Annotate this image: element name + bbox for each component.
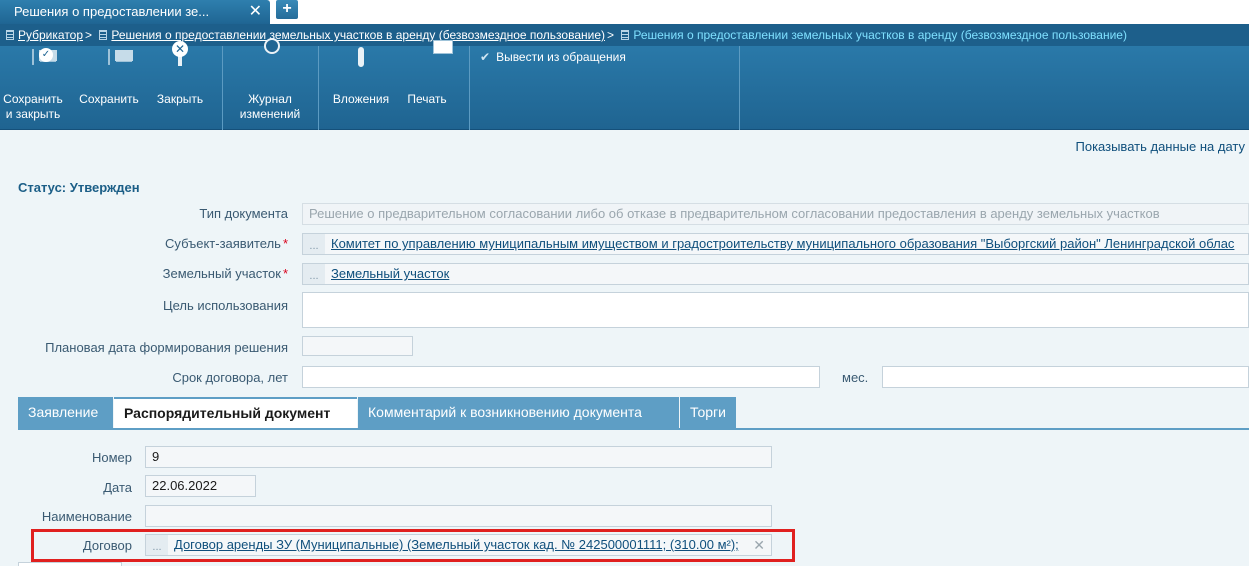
change-log-label: Журнал — [248, 92, 292, 106]
breadcrumb: Рубрикатор > Решения о предоставлении зем… — [0, 24, 1249, 46]
save-label: Сохранить — [79, 92, 139, 106]
date-label: Дата — [103, 480, 132, 495]
breadcrumb-separator: > — [85, 28, 93, 42]
contract-term-label: Срок договора, лет — [172, 370, 288, 385]
applicant-select-button[interactable]: ... — [303, 234, 325, 254]
attachments-label: Вложения — [332, 92, 390, 106]
attachments-button[interactable]: Вложения — [328, 46, 394, 130]
toolbar: ✓ Сохранить и закрыть Сохранить ✕ Закрыт… — [0, 38, 1249, 130]
breadcrumb-item-decisions[interactable]: Решения о предоставлении земельных участ… — [111, 28, 605, 42]
purpose-input[interactable] — [302, 292, 1249, 328]
tab-auction[interactable]: Торги — [680, 397, 736, 429]
document-icon — [621, 30, 630, 40]
tab-application[interactable]: Заявление — [18, 397, 113, 429]
name-input[interactable] — [145, 505, 772, 527]
journal-icon — [252, 38, 288, 88]
document-tab[interactable]: Решения о предоставлении зе... ✕ — [0, 0, 270, 24]
number-label: Номер — [91, 450, 132, 465]
list-icon — [6, 30, 14, 40]
number-input[interactable]: 9 — [145, 446, 772, 468]
tabs-underline — [18, 428, 1249, 430]
floppy-icon — [91, 49, 127, 88]
breadcrumb-current: Решения о предоставлении земельных участ… — [633, 28, 1127, 42]
save-and-close-button[interactable]: ✓ Сохранить и закрыть — [0, 46, 66, 130]
land-plot-field[interactable]: ... Земельный участок — [302, 263, 1249, 285]
months-label: мес. — [842, 370, 869, 385]
doc-type-field: Решение о предварительном согласовании л… — [302, 203, 1249, 225]
tab-strip: Решения о предоставлении зе... ✕ + — [0, 0, 1249, 24]
change-log-label-2: изменений — [239, 107, 301, 121]
save-close-label: Сохранить — [3, 92, 63, 106]
toolbar-divider — [739, 46, 740, 130]
withdraw-button[interactable]: ✔ Вывести из обращения — [480, 50, 626, 64]
change-log-button[interactable]: Журнал изменений — [232, 38, 308, 130]
save-close-icon: ✓ — [15, 48, 53, 88]
save-close-label-2: и закрыть — [5, 107, 61, 121]
name-label: Наименование — [41, 509, 132, 524]
date-input[interactable]: 22.06.2022 — [145, 475, 256, 497]
land-plot-select-button[interactable]: ... — [303, 264, 325, 284]
highlight-box — [31, 529, 795, 562]
toolbar-divider — [222, 46, 223, 130]
applicant-link[interactable]: Комитет по управлению муниципальным имущ… — [331, 236, 1234, 251]
planned-date-label: Плановая дата формирования решения — [45, 340, 288, 355]
breadcrumb-item-rubricator[interactable]: Рубрикатор — [18, 28, 83, 42]
land-plot-link[interactable]: Земельный участок — [331, 266, 449, 281]
save-button[interactable]: Сохранить — [74, 46, 144, 130]
land-plot-label: Земельный участок * — [162, 266, 288, 281]
withdraw-label: Вывести из обращения — [496, 50, 626, 64]
breadcrumb-separator: > — [607, 28, 615, 42]
print-label: Печать — [407, 92, 447, 106]
list-icon — [99, 30, 108, 40]
applicant-field[interactable]: ... Комитет по управлению муниципальным и… — [302, 233, 1249, 255]
applicant-label: Субъект-заявитель * — [165, 236, 288, 251]
print-button[interactable]: Печать — [400, 46, 454, 130]
contract-term-months-input[interactable] — [882, 366, 1249, 388]
show-data-on-date-link[interactable]: Показывать данные на дату — [1076, 139, 1246, 154]
close-tab-icon[interactable]: ✕ — [249, 0, 262, 24]
close-label: Закрыть — [156, 92, 204, 106]
doc-type-label: Тип документа — [199, 206, 288, 221]
planned-date-input[interactable] — [302, 336, 413, 356]
contract-term-years-input[interactable] — [302, 366, 820, 388]
tab-order-document[interactable]: Распорядительный документ — [114, 397, 357, 429]
checkmark-icon: ✔ — [480, 50, 491, 64]
purpose-label: Цель использования — [162, 298, 288, 313]
add-tab-button[interactable]: + — [276, 0, 298, 19]
status-label: Статус: Утвержден — [18, 180, 140, 195]
bottom-button-stub[interactable] — [18, 562, 122, 566]
toolbar-divider — [469, 46, 470, 130]
document-tab-title: Решения о предоставлении зе... — [14, 4, 210, 19]
close-button[interactable]: ✕ Закрыть — [150, 41, 210, 130]
tab-comment[interactable]: Комментарий к возникновению документа — [358, 397, 679, 429]
paperclip-icon — [343, 47, 379, 88]
close-window-icon: ✕ — [162, 41, 198, 88]
toolbar-divider — [318, 46, 319, 130]
printer-icon — [409, 50, 445, 88]
